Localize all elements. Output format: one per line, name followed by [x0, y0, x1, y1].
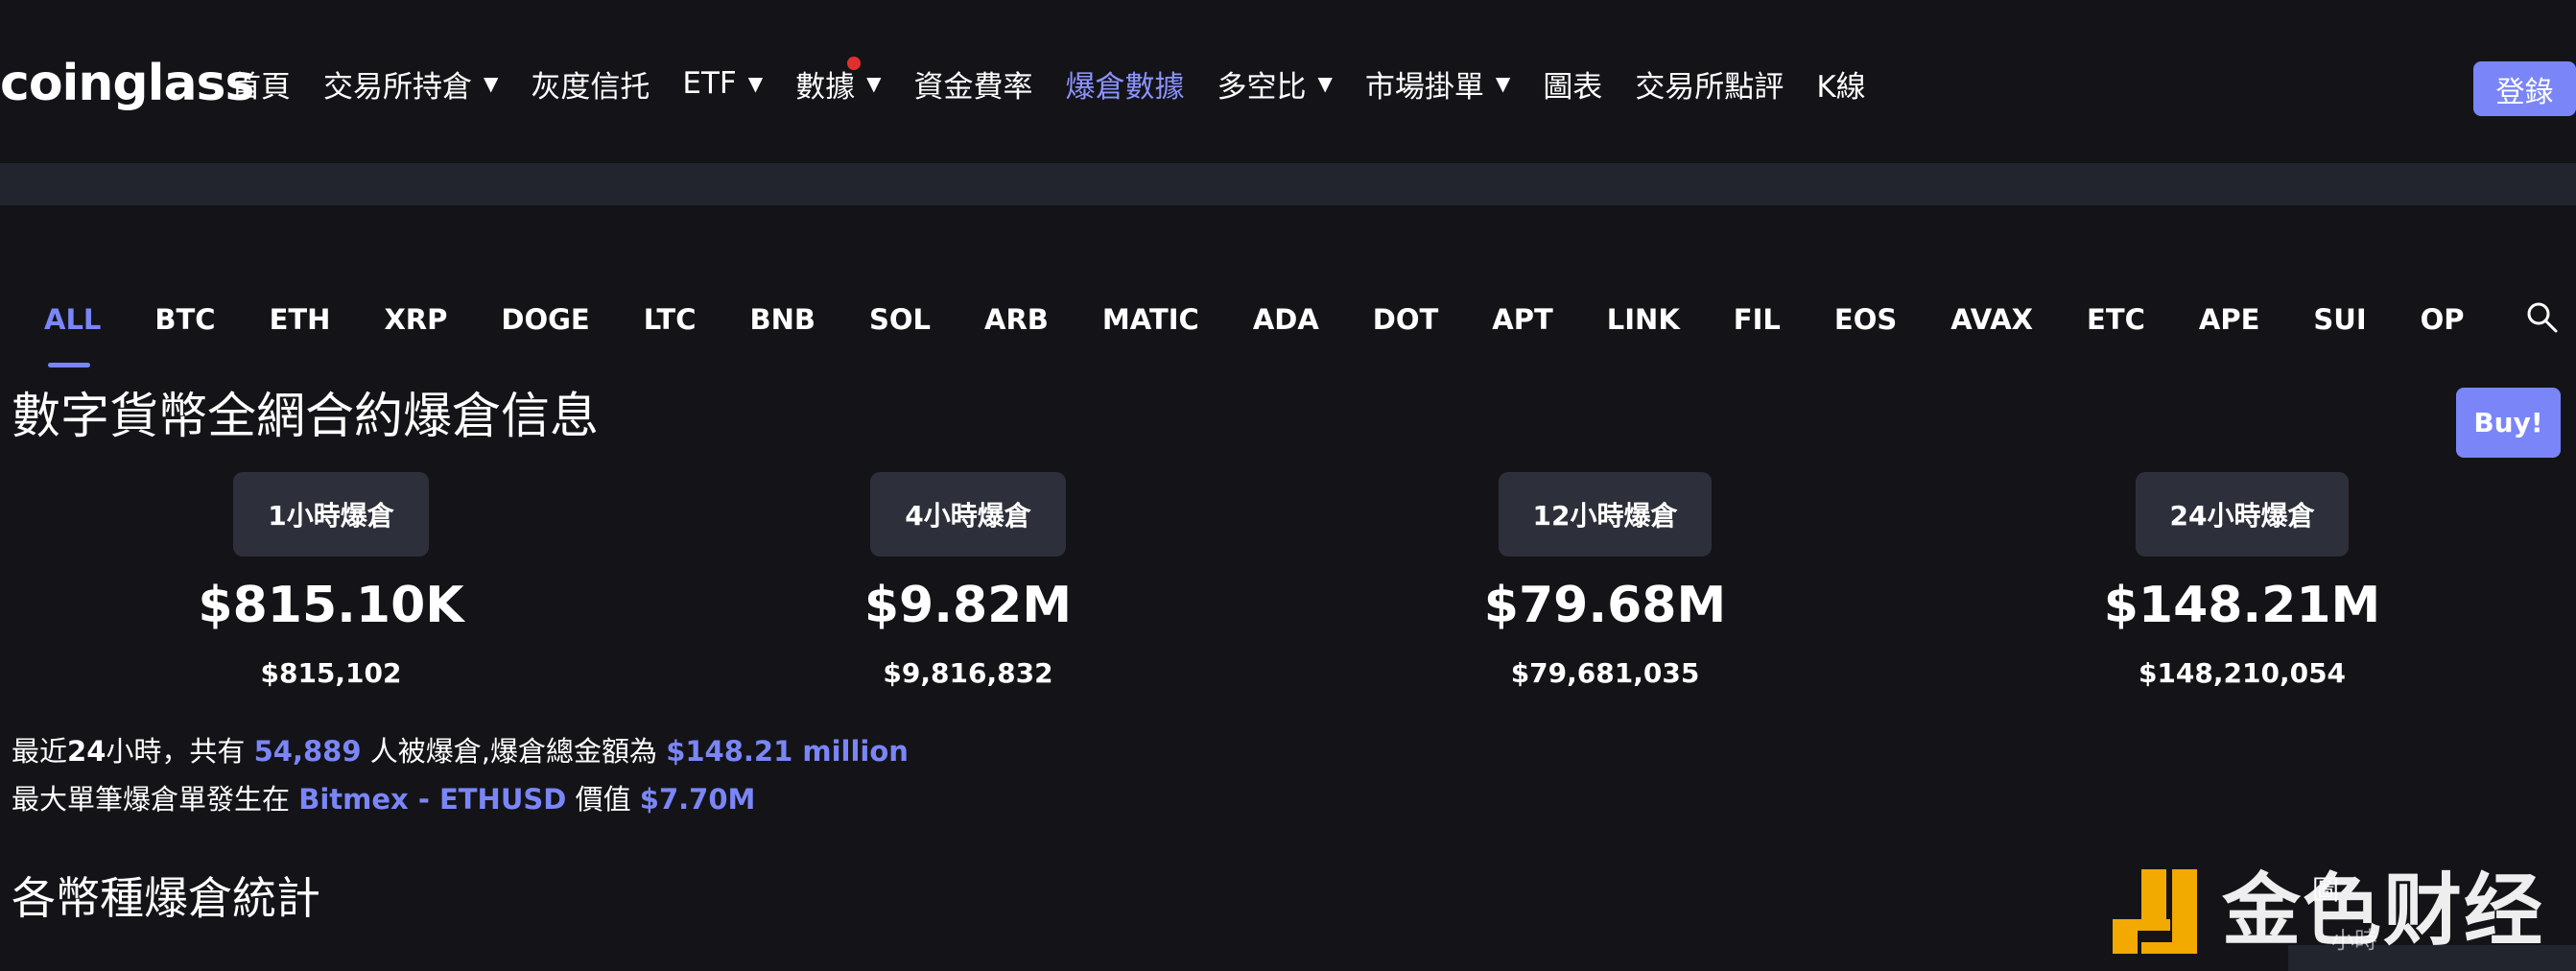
summary-line-largest: 最大單筆爆倉單發生在 Bitmex - ETHUSD 價值 $7.70M — [12, 775, 909, 823]
nav-item[interactable]: 首頁 — [231, 62, 291, 106]
coin-tab[interactable]: OP — [2421, 296, 2465, 343]
stat-card-24h: 24小時爆倉 $148.21M $148,210,054 — [1954, 472, 2530, 693]
nav-item[interactable]: 交易所持倉 ▼ — [323, 62, 498, 106]
coin-tab[interactable]: AVAX — [1950, 296, 2033, 343]
coin-tab[interactable]: SOL — [869, 296, 931, 343]
chevron-down-icon: ▼ — [484, 72, 499, 95]
stat-card-4h: 4小時爆倉 $9.82M $9,816,832 — [680, 472, 1256, 693]
nav-item[interactable]: 交易所點評 — [1635, 62, 1784, 106]
stat-exact-value: $9,816,832 — [883, 657, 1053, 689]
coin-tab[interactable]: ETC — [2087, 296, 2145, 343]
nav-item[interactable]: 資金費率 — [914, 62, 1033, 106]
stat-card-1h: 1小時爆倉 $815.10K $815,102 — [43, 472, 619, 693]
coin-tab[interactable]: FIL — [1734, 296, 1781, 343]
nav-item-label: 灰度信托 — [531, 69, 650, 105]
chevron-down-icon: ▼ — [747, 72, 764, 95]
nav-item[interactable]: K線 — [1816, 62, 1865, 106]
coin-tab[interactable]: EOS — [1834, 296, 1897, 343]
notification-dot-icon — [846, 56, 861, 70]
summary-text: 人被爆倉,爆倉總金額為 — [369, 735, 657, 768]
search-icon[interactable] — [2523, 298, 2562, 337]
chevron-down-icon: ▼ — [1495, 72, 1511, 95]
coin-tab[interactable]: SUI — [2313, 296, 2366, 343]
stat-value: $815.10K — [198, 577, 464, 634]
nav-item-label: K線 — [1816, 69, 1866, 105]
login-button[interactable]: 登錄 — [2473, 61, 2576, 116]
nav-item-label: ETF — [682, 66, 737, 101]
largest-liquidation-exchange-link[interactable]: Bitmex - ETHUSD — [298, 783, 566, 816]
stat-exact-value: $79,681,035 — [1510, 657, 1700, 689]
nav-item[interactable]: 圖表 — [1543, 62, 1602, 106]
coin-tab[interactable]: BTC — [154, 296, 215, 343]
nav-item-label: 多空比 — [1217, 69, 1307, 105]
nav-item[interactable]: 市場掛單 ▼ — [1365, 62, 1510, 106]
nav-item[interactable]: ETF ▼ — [682, 66, 763, 101]
coin-tab[interactable]: LTC — [644, 296, 697, 343]
liquidated-people-count: 54,889 — [253, 735, 362, 768]
stat-exact-value: $148,210,054 — [2138, 657, 2347, 689]
summary-text: 最近 — [12, 735, 68, 768]
coin-tab[interactable]: ALL — [44, 296, 101, 343]
stat-period-badge[interactable]: 4小時爆倉 — [870, 472, 1066, 557]
coin-tabs: ALL BTC ETH XRP DOGE LTC BNB SOL ARB MATIC ADA DOT A… — [44, 296, 2519, 343]
nav-item-label: 交易所持倉 — [323, 69, 472, 105]
nav-item-label: 資金費率 — [913, 69, 1033, 105]
coin-tab[interactable]: XRP — [384, 296, 447, 343]
coin-tab[interactable]: APT — [1492, 296, 1552, 343]
subheader-strip — [0, 163, 2576, 205]
summary-text: 最大單筆爆倉單發生在 — [12, 783, 291, 816]
coin-tab[interactable]: MATIC — [1102, 296, 1199, 343]
page-title: 數字貨幣全網合約爆倉信息 — [12, 389, 600, 445]
coin-tab[interactable]: ADA — [1253, 296, 1319, 343]
coin-tab[interactable]: BNB — [750, 296, 815, 343]
top-navigation-bar: coinglass 首頁 交易所持倉 ▼ 灰度信托 ETF ▼ 數據 ▼ 資金費率 爆倉數據 多空比… — [0, 0, 2576, 163]
nav-item-label: 市場掛單 — [1364, 69, 1484, 105]
coin-tab[interactable]: ETH — [270, 296, 331, 343]
active-tab-indicator — [48, 363, 90, 367]
stat-value: $9.82M — [863, 577, 1073, 634]
nav-item-label: 數據 — [795, 69, 856, 105]
liquidation-summary: 最近24小時，共有 54,889 人被爆倉,爆倉總金額為 $148.21 mil… — [12, 727, 909, 823]
stat-exact-value: $815,102 — [260, 657, 402, 689]
nav-item-label: 首頁 — [231, 69, 291, 105]
chevron-down-icon: ▼ — [866, 72, 882, 95]
stat-period-badge[interactable]: 1小時爆倉 — [233, 472, 429, 557]
summary-text: 小時，共有 — [106, 735, 246, 768]
coin-tab[interactable]: DOGE — [501, 296, 589, 343]
stat-card-12h: 12小時爆倉 $79.68M $79,681,035 — [1317, 472, 1893, 693]
total-liquidation-amount: $148.21 million — [666, 735, 909, 768]
stat-value: $79.68M — [1483, 577, 1727, 634]
buy-button[interactable]: Buy! — [2456, 388, 2561, 458]
stat-value: $148.21M — [2103, 577, 2381, 634]
chevron-down-icon: ▼ — [1317, 72, 1333, 95]
coin-tab[interactable]: DOT — [1373, 296, 1439, 343]
largest-liquidation-value: $7.70M — [639, 783, 756, 816]
section-title: 各幣種爆倉統計 — [12, 872, 320, 924]
coin-tab[interactable]: LINK — [1607, 296, 1680, 343]
app-root: coinglass 首頁 交易所持倉 ▼ 灰度信托 ETF ▼ 數據 ▼ 資金費率 爆倉數據 多空比… — [0, 0, 2576, 971]
summary-text: 價值 — [575, 783, 631, 816]
jinse-logo-icon — [2113, 869, 2197, 954]
summary-line-24h: 最近24小時，共有 54,889 人被爆倉,爆倉總金額為 $148.21 mil… — [12, 727, 909, 775]
summary-hours: 24 — [67, 735, 106, 768]
watermark-text: 金色财经 — [2222, 865, 2545, 957]
coinglass-logo[interactable]: coinglass — [0, 50, 254, 117]
main-nav: 首頁 交易所持倉 ▼ 灰度信托 ETF ▼ 數據 ▼ 資金費率 爆倉數據 多空比 ▼ 市場掛單 ▼ 圖表 交易… — [231, 56, 1899, 107]
nav-item-label: 爆倉數據 — [1065, 69, 1185, 105]
nav-item[interactable]: 數據 ▼ — [795, 56, 882, 106]
coin-tab[interactable]: APE — [2199, 296, 2260, 343]
jinse-finance-watermark: 金色财经 — [2109, 865, 2560, 958]
nav-item-label: 交易所點評 — [1635, 69, 1784, 105]
stat-period-badge[interactable]: 12小時爆倉 — [1498, 472, 1713, 557]
nav-item[interactable]: 多空比 ▼ — [1217, 62, 1333, 106]
coin-tab[interactable]: BCH — [2518, 296, 2519, 343]
coin-tab[interactable]: ARB — [984, 296, 1049, 343]
nav-item[interactable]: 爆倉數據 — [1066, 62, 1185, 106]
stat-period-badge[interactable]: 24小時爆倉 — [2135, 472, 2350, 557]
nav-item[interactable]: 灰度信托 — [531, 62, 650, 106]
nav-item-label: 圖表 — [1543, 69, 1603, 105]
